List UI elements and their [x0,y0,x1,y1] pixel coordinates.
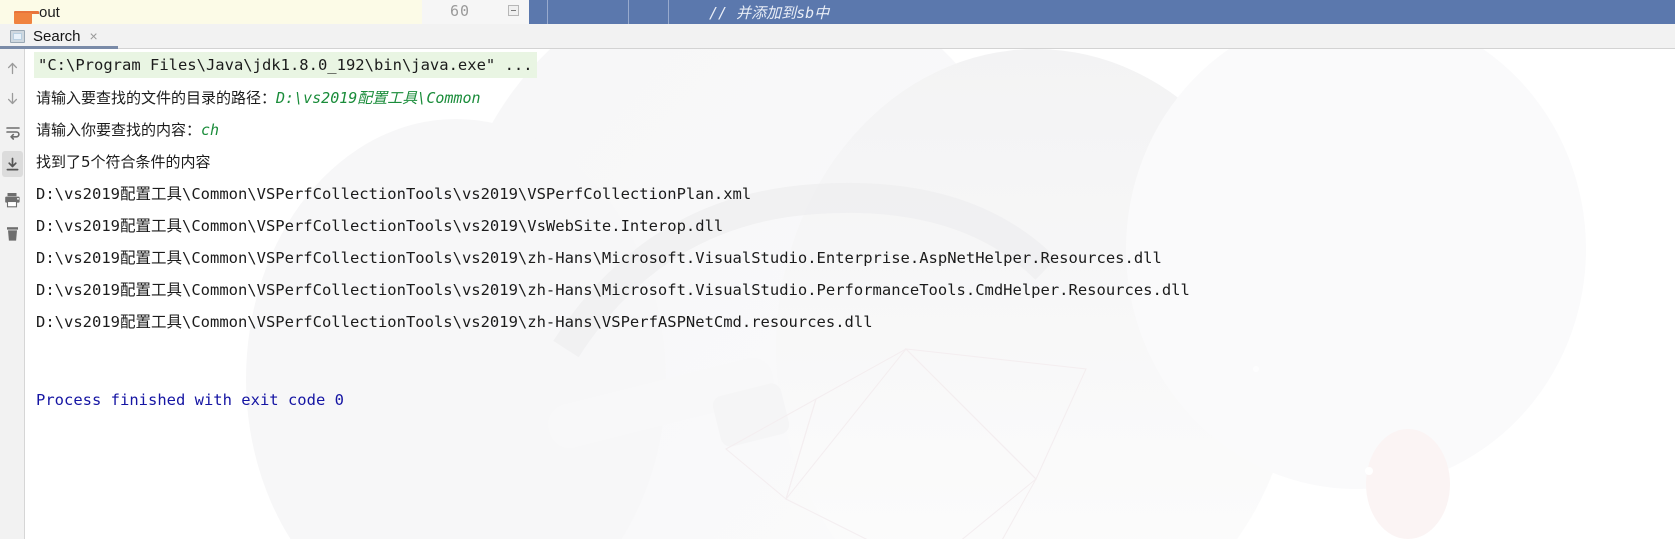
close-icon[interactable]: × [90,29,98,43]
tab-search[interactable]: Search × [0,24,105,48]
prompt-keyword-input: ch [201,121,220,139]
tab-search-label: Search [33,27,81,45]
project-tree-row-label: out [39,4,60,21]
editor-remnant-strip: out 60 // 并添加到sb中 [0,0,1675,24]
fold-collapse-icon[interactable] [508,5,519,16]
selected-code-line[interactable]: // 并添加到sb中 [529,0,1675,24]
console-line-result-1[interactable]: D:\vs2019配置工具\Common\VSPerfCollectionToo… [36,181,751,207]
up-arrow-icon[interactable] [2,55,23,81]
console-line-result-3[interactable]: D:\vs2019配置工具\Common\VSPerfCollectionToo… [36,245,1162,271]
selected-code-text: // 并添加到sb中 [709,4,830,22]
down-arrow-icon[interactable] [2,85,23,111]
line-number: 60 [450,2,471,20]
console-line-exit-status: Process finished with exit code 0 [36,391,344,409]
tool-window-tabbar: Search × [0,24,1675,49]
prompt-keyword-label: 请输入你要查找的内容： [36,121,202,139]
console-tool-window: out 60 // 并添加到sb中 Search × "C:\Program F… [0,0,1675,539]
console-line-prompt-keyword: 请输入你要查找的内容：ch [36,117,219,143]
editor-gutter: 60 [422,0,530,24]
console-line-prompt-directory: 请输入要查找的文件的目录的路径：D:\vs2019配置工具\Common [36,85,481,111]
prompt-directory-input: D:\vs2019配置工具\Common [276,89,481,107]
console-lines: "C:\Program Files\Java\jdk1.8.0_192\bin\… [26,49,1675,539]
prompt-directory-label: 请输入要查找的文件的目录的路径： [36,89,277,107]
console-line-result-2[interactable]: D:\vs2019配置工具\Common\VSPerfCollectionToo… [36,213,723,239]
console-output-area[interactable]: "C:\Program Files\Java\jdk1.8.0_192\bin\… [26,49,1675,539]
console-line-result-4[interactable]: D:\vs2019配置工具\Common\VSPerfCollectionToo… [36,277,1190,303]
console-line-command: "C:\Program Files\Java\jdk1.8.0_192\bin\… [34,52,537,78]
folder-icon [14,11,39,24]
console-line-result-count: 找到了5个符合条件的内容 [36,153,211,171]
print-icon[interactable] [2,187,23,213]
trash-icon[interactable] [2,221,23,247]
soft-wrap-icon[interactable] [2,119,23,145]
console-line-result-5[interactable]: D:\vs2019配置工具\Common\VSPerfCollectionToo… [36,309,873,335]
project-tree-row-out[interactable]: out [0,0,422,24]
scroll-to-end-icon[interactable] [2,151,23,177]
console-window-icon [10,29,25,43]
console-side-toolbar [0,49,25,539]
